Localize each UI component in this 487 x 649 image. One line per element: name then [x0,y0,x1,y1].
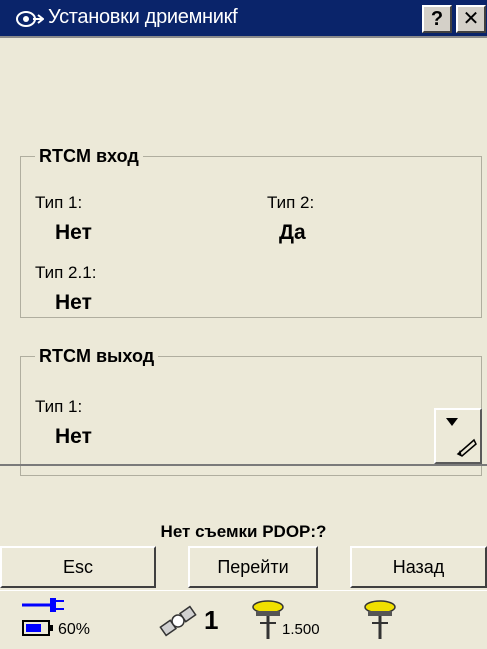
close-button[interactable]: ✕ [456,5,486,33]
chevron-down-icon [446,418,477,457]
rtcm-out-type1-label: Тип 1: [35,397,83,416]
back-label: Назад [392,557,445,577]
rtcm-input-legend: RTCM вход [39,146,139,166]
battery-icon[interactable] [22,619,54,637]
rtcm-output-legend: RTCM выход [39,346,155,366]
rover-receiver-icon[interactable] [250,599,286,641]
satellite-count: 1 [204,605,219,635]
title-bar: Установки дриемникf ? ✕ [0,0,487,38]
rtcm-in-type2-label: Тип 2: [267,193,315,212]
base-receiver-icon[interactable] [362,599,398,641]
rtcm-in-type1-value[interactable]: Нет [55,221,92,245]
survey-status-text: Нет съемки PDOP:? [160,522,327,541]
rover-height-value: 1.500 [282,621,320,638]
divider [0,464,487,466]
window-title: Установки дриемникf [48,6,238,28]
rtcm-in-type21-value[interactable]: Нет [55,291,92,315]
rtcm-input-group: RTCM вход Тип 1: Нет Тип 2: Да Тип 2.1: … [20,146,482,318]
goto-label: Перейти [217,557,289,577]
status-taskbar: 60% 1 1.500 [0,590,487,649]
esc-button[interactable]: Esc [0,546,156,588]
rtcm-in-type21-label: Тип 2.1: [35,263,97,282]
battery-percent: 60% [58,621,91,638]
back-button[interactable]: Назад [350,546,487,588]
rtcm-in-type2-value[interactable]: Да [279,221,306,245]
satellite-icon[interactable] [158,603,198,639]
satellite-app-icon [16,11,44,27]
power-plug-icon[interactable] [22,595,68,615]
rtcm-output-group: RTCM выход Тип 1: Нет [20,346,482,476]
dropdown-pen-button[interactable] [434,408,482,464]
rtcm-in-type1-label: Тип 1: [35,193,83,212]
help-button[interactable]: ? [422,5,452,33]
settings-panel: RTCM вход Тип 1: Нет Тип 2: Да Тип 2.1: … [0,38,487,476]
goto-button[interactable]: Перейти [188,546,318,588]
rtcm-out-type1-value[interactable]: Нет [55,425,92,449]
